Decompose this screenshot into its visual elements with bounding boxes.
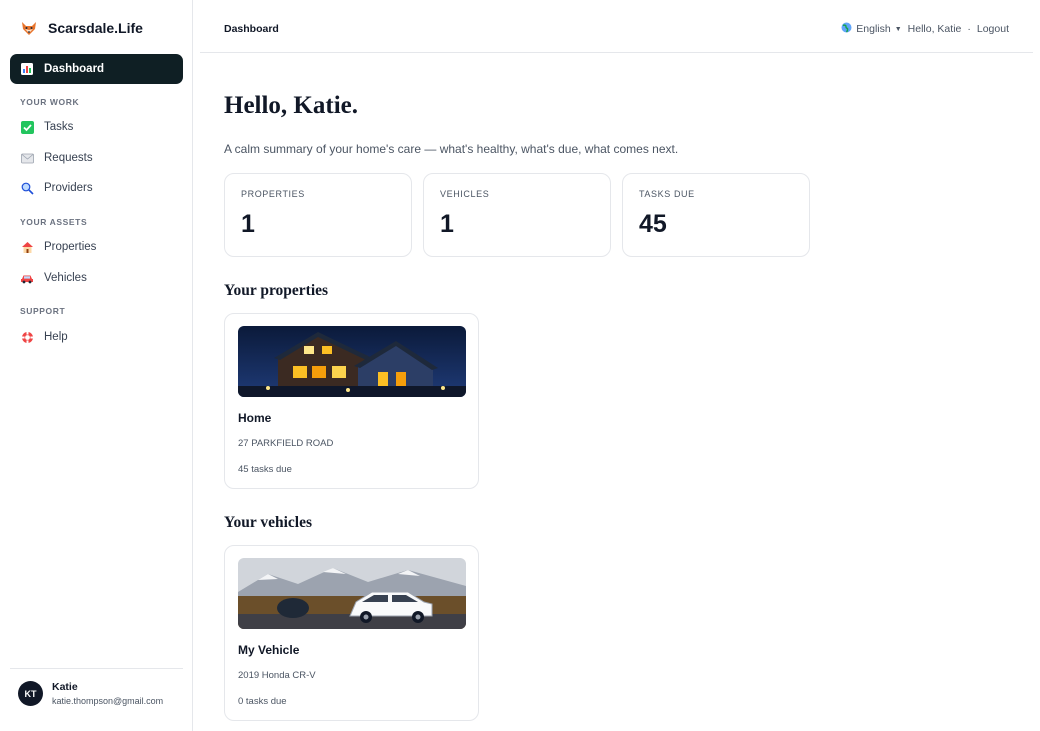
stat-card-properties[interactable]: PROPERTIES 1 <box>224 173 412 257</box>
sidebar-item-label: Providers <box>44 182 93 194</box>
property-tasks-due: 45 tasks due <box>238 464 292 475</box>
avatar: KT <box>18 681 43 706</box>
greeting: Hello, Katie <box>907 23 962 35</box>
sidebar-item-help[interactable]: Help <box>10 322 183 352</box>
stat-label: PROPERTIES <box>241 189 305 199</box>
property-name: Home <box>238 411 272 425</box>
sidebar-item-label: Tasks <box>44 121 74 133</box>
sidebar-item-tasks[interactable]: Tasks <box>10 112 183 142</box>
nav-section-support: SUPPORT <box>20 306 66 316</box>
house-icon <box>20 240 34 254</box>
property-address: 27 PARKFIELD ROAD <box>238 438 334 449</box>
stat-card-tasks-due[interactable]: TASKS DUE 45 <box>622 173 810 257</box>
chevron-down-icon: ▼ <box>894 25 902 33</box>
sidebar-item-label: Requests <box>44 152 93 164</box>
user-profile[interactable]: KT Katie katie.thompson@gmail.com <box>10 668 183 706</box>
stat-value: 45 <box>639 210 667 238</box>
sidebar-item-label: Help <box>44 331 68 343</box>
brand[interactable]: Scarsdale.Life <box>20 19 143 37</box>
sidebar-item-providers[interactable]: Providers <box>10 173 183 203</box>
brand-name: Scarsdale.Life <box>48 20 143 36</box>
top-bar: Dashboard English ▼ Hello, Katie · Logou… <box>200 0 1033 53</box>
logout-link[interactable]: Logout <box>977 23 1009 35</box>
property-photo <box>238 326 466 397</box>
sidebar-item-properties[interactable]: Properties <box>10 232 183 262</box>
vehicle-photo <box>238 558 466 629</box>
separator-dot: · <box>967 23 971 35</box>
vehicle-name: My Vehicle <box>238 643 300 657</box>
checkmark-icon <box>20 120 34 134</box>
sidebar-item-label: Properties <box>44 241 97 253</box>
nav-section-your-work: YOUR WORK <box>20 97 80 107</box>
breadcrumb: Dashboard <box>224 23 279 35</box>
lifebuoy-icon <box>20 330 34 344</box>
sidebar-item-label: Vehicles <box>44 272 87 284</box>
user-name: Katie <box>52 681 78 693</box>
vehicle-card[interactable]: My Vehicle 2019 Honda CR-V 0 tasks due <box>224 545 479 721</box>
sidebar-item-vehicles[interactable]: Vehicles <box>10 263 183 293</box>
page-title: Hello, Katie. <box>224 92 358 119</box>
fox-icon <box>20 19 38 37</box>
language-label: English <box>856 23 891 35</box>
vehicle-model: 2019 Honda CR-V <box>238 670 316 681</box>
header-actions: English ▼ Hello, Katie · Logout <box>841 22 1009 36</box>
magnifier-icon <box>20 181 34 195</box>
stat-value: 1 <box>241 210 255 238</box>
chart-icon <box>20 62 34 76</box>
sidebar-item-dashboard[interactable]: Dashboard <box>10 54 183 84</box>
car-icon <box>20 271 34 285</box>
stat-card-vehicles[interactable]: VEHICLES 1 <box>423 173 611 257</box>
envelope-icon <box>20 151 34 165</box>
sidebar-item-requests[interactable]: Requests <box>10 143 183 173</box>
globe-icon <box>841 22 852 36</box>
user-email: katie.thompson@gmail.com <box>52 696 164 706</box>
sidebar: Scarsdale.Life Dashboard YOUR WORK Tasks… <box>0 0 193 731</box>
property-card[interactable]: Home 27 PARKFIELD ROAD 45 tasks due <box>224 313 479 489</box>
nav-section-your-assets: YOUR ASSETS <box>20 217 88 227</box>
stat-value: 1 <box>440 210 454 238</box>
page-summary: A calm summary of your home's care — wha… <box>224 142 679 156</box>
sidebar-item-label: Dashboard <box>44 63 105 75</box>
properties-heading: Your properties <box>224 282 329 299</box>
vehicle-tasks-due: 0 tasks due <box>238 696 287 707</box>
vehicles-heading: Your vehicles <box>224 514 312 531</box>
stat-label: VEHICLES <box>440 189 490 199</box>
language-selector[interactable]: English ▼ <box>841 22 902 36</box>
stat-label: TASKS DUE <box>639 189 695 199</box>
